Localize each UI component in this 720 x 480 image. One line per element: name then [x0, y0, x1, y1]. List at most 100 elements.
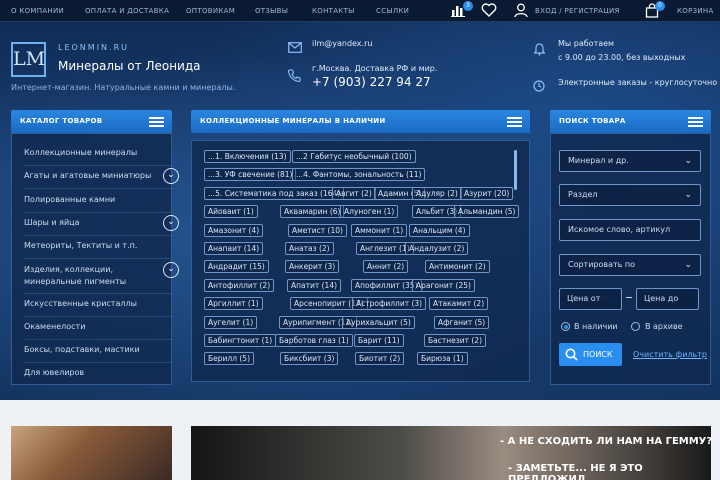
- section-select[interactable]: Раздел ⌄: [559, 184, 701, 206]
- search-header[interactable]: ПОИСК ТОВАРА: [550, 110, 711, 133]
- promo-photo[interactable]: [11, 426, 172, 480]
- mineral-tag[interactable]: Барботов глаз (1): [275, 334, 353, 347]
- mineral-tag[interactable]: ...2 Габитус необычный (100): [292, 150, 416, 163]
- login-link[interactable]: ВХОД / РЕГИСТРАЦИЯ: [535, 7, 620, 15]
- divider: [24, 339, 172, 340]
- cart-icon[interactable]: 0: [645, 1, 665, 20]
- divider: [24, 235, 172, 236]
- mineral-tag[interactable]: Азурит (20): [460, 186, 514, 200]
- mineral-tag[interactable]: Биотит (2): [355, 352, 405, 366]
- mineral-tag[interactable]: Аммонит (1): [351, 223, 408, 237]
- catalog-item-boxes[interactable]: Боксы, подставки, мастики: [24, 345, 140, 354]
- catalog-item-products-line2[interactable]: минеральные пигменты: [24, 277, 126, 286]
- phone-icon: [287, 67, 301, 86]
- nav-link-company[interactable]: О КОМПАНИИ: [11, 7, 64, 15]
- nav-link-payment[interactable]: ОПЛАТА И ДОСТАВКА: [85, 7, 169, 15]
- mineral-tag[interactable]: Биксбиит (3): [280, 352, 339, 366]
- mineral-tag[interactable]: Бабингтонит (1): [204, 334, 277, 347]
- mineral-tag[interactable]: Антимонит (2): [425, 260, 490, 274]
- sort-select[interactable]: Сортировать по ⌄: [559, 254, 701, 276]
- catalog-header[interactable]: КАТАЛОГ ТОВАРОВ: [11, 110, 172, 133]
- contact-email[interactable]: ilm@yandex.ru: [312, 39, 372, 48]
- mineral-tag[interactable]: Алуноген (1): [340, 205, 399, 219]
- mineral-tag[interactable]: Афганит (5): [434, 315, 490, 329]
- radio-in-stock-label[interactable]: В наличии: [574, 322, 618, 331]
- catalog-item-jewelers[interactable]: Для ювелиров: [24, 368, 84, 377]
- mineral-tag[interactable]: Анатаз (2): [285, 242, 334, 255]
- radio-archive-label[interactable]: В архиве: [645, 322, 683, 331]
- compare-chart-icon[interactable]: 3: [451, 1, 473, 19]
- keyword-input-placeholder: Искомое слово, артикул: [568, 225, 671, 234]
- mineral-tag[interactable]: ...1. Включения (13): [204, 150, 291, 163]
- catalog-item-minerals[interactable]: Коллекционные минералы: [24, 148, 137, 157]
- radio-in-stock[interactable]: [561, 322, 570, 331]
- mineral-tag[interactable]: Айоваит (1): [204, 205, 258, 219]
- sort-select-value: Сортировать по: [568, 260, 636, 269]
- mineral-tag[interactable]: Аугелит (1): [204, 315, 258, 329]
- expand-agates-icon[interactable]: ⌄: [163, 168, 179, 184]
- mineral-tag[interactable]: ...3. УФ свечение (81): [204, 168, 297, 182]
- mineral-tag[interactable]: Аурихальцит (5): [342, 315, 415, 329]
- mineral-tag[interactable]: Аргиллит (1): [204, 297, 263, 311]
- mineral-tag[interactable]: Апофиллит (35): [351, 278, 422, 292]
- mineral-tag[interactable]: Бирюза (1): [417, 352, 468, 366]
- mineral-tag[interactable]: Аннит (2): [363, 260, 409, 274]
- catalog-item-meteorites[interactable]: Метеориты, Тектиты и т.п.: [24, 241, 137, 250]
- mineral-tag[interactable]: Берилл (5): [204, 352, 254, 366]
- menu-icon[interactable]: [688, 117, 703, 127]
- mineral-tag[interactable]: Амазонит (4): [204, 223, 264, 237]
- catalog-item-products[interactable]: Изделия, коллекции,: [24, 265, 113, 274]
- catalog-item-fossils[interactable]: Окаменелости: [24, 322, 85, 331]
- site-url: LEONMIN.RU: [58, 43, 129, 52]
- mineral-tag[interactable]: Адуляр (2): [412, 186, 462, 200]
- site-tagline: Интернет-магазин. Натуральные камни и ми…: [11, 83, 236, 92]
- menu-icon[interactable]: [507, 117, 522, 127]
- mineral-tag[interactable]: ...5. Систематика под заказ (164): [204, 186, 345, 200]
- keyword-input[interactable]: Искомое слово, артикул: [559, 219, 701, 241]
- minerals-header[interactable]: КОЛЛЕКЦИОННЫЕ МИНЕРАЛЫ В НАЛИЧИИ: [191, 110, 530, 133]
- nav-link-links[interactable]: ССЫЛКИ: [376, 7, 409, 15]
- catalog-item-synthetic[interactable]: Искусственные кристаллы: [24, 299, 137, 308]
- mineral-tag[interactable]: Арагонит (25): [412, 278, 475, 292]
- mineral-tag[interactable]: Барит (11): [354, 334, 404, 347]
- mineral-tag[interactable]: Анальцим (4): [409, 223, 470, 237]
- mail-icon: [288, 38, 302, 57]
- mineral-tag[interactable]: Апатит (14): [287, 278, 342, 292]
- search-button[interactable]: ПОИСК: [559, 343, 622, 366]
- contact-phone[interactable]: +7 (903) 227 94 27: [312, 75, 431, 89]
- mineral-tag[interactable]: Альмандин (5): [454, 205, 520, 219]
- mineral-tag[interactable]: ...4. Фантомы, зональность (11): [292, 168, 426, 182]
- scrollbar[interactable]: [514, 150, 517, 190]
- mineral-tag[interactable]: Авгит (2): [332, 186, 376, 200]
- cart-link[interactable]: КОРЗИНА: [677, 7, 714, 15]
- mineral-tag[interactable]: Анкерит (3): [285, 260, 340, 274]
- catalog-item-polished[interactable]: Полированные камни: [24, 195, 115, 204]
- expand-spheres-icon[interactable]: ⌄: [163, 215, 179, 231]
- mineral-tag[interactable]: Бастнезит (2): [424, 334, 486, 347]
- menu-icon[interactable]: [149, 117, 164, 127]
- mineral-tag[interactable]: Аквамарин (6): [280, 205, 345, 219]
- price-from-input[interactable]: Цена от: [559, 288, 622, 310]
- section-select-value: Раздел: [568, 190, 598, 199]
- radio-archive[interactable]: [631, 322, 640, 331]
- mineral-tag[interactable]: Атакамит (2): [429, 297, 489, 311]
- nav-link-reviews[interactable]: ОТЗЫВЫ: [255, 7, 288, 15]
- mineral-select[interactable]: Минерал и др. ⌄: [559, 150, 701, 172]
- mineral-tag[interactable]: Антофиллит (2): [204, 278, 275, 292]
- nav-link-contacts[interactable]: КОНТАКТЫ: [312, 7, 355, 15]
- catalog-item-agates[interactable]: Агаты и агатовые миниатюры: [24, 171, 151, 180]
- nav-link-wholesale[interactable]: ОПТОВИКАМ: [186, 7, 235, 15]
- mineral-tag[interactable]: Анапаит (14): [204, 242, 264, 255]
- mineral-tag[interactable]: Аметист (10): [288, 223, 347, 237]
- mineral-tag[interactable]: Андрадит (15): [204, 260, 269, 274]
- mineral-tag[interactable]: Астрофиллит (3): [352, 297, 427, 311]
- expand-products-icon[interactable]: ⌄: [163, 262, 179, 278]
- mineral-tag[interactable]: Андалузит (2): [405, 242, 469, 255]
- catalog-item-spheres[interactable]: Шары и яйца: [24, 218, 80, 227]
- user-icon[interactable]: [514, 3, 528, 20]
- reset-filter-link[interactable]: Очистить фильтр: [633, 350, 707, 359]
- divider: [24, 188, 172, 189]
- price-to-input[interactable]: Цена до: [636, 288, 699, 310]
- site-logo[interactable]: LM: [11, 42, 46, 77]
- heart-icon[interactable]: [481, 3, 497, 19]
